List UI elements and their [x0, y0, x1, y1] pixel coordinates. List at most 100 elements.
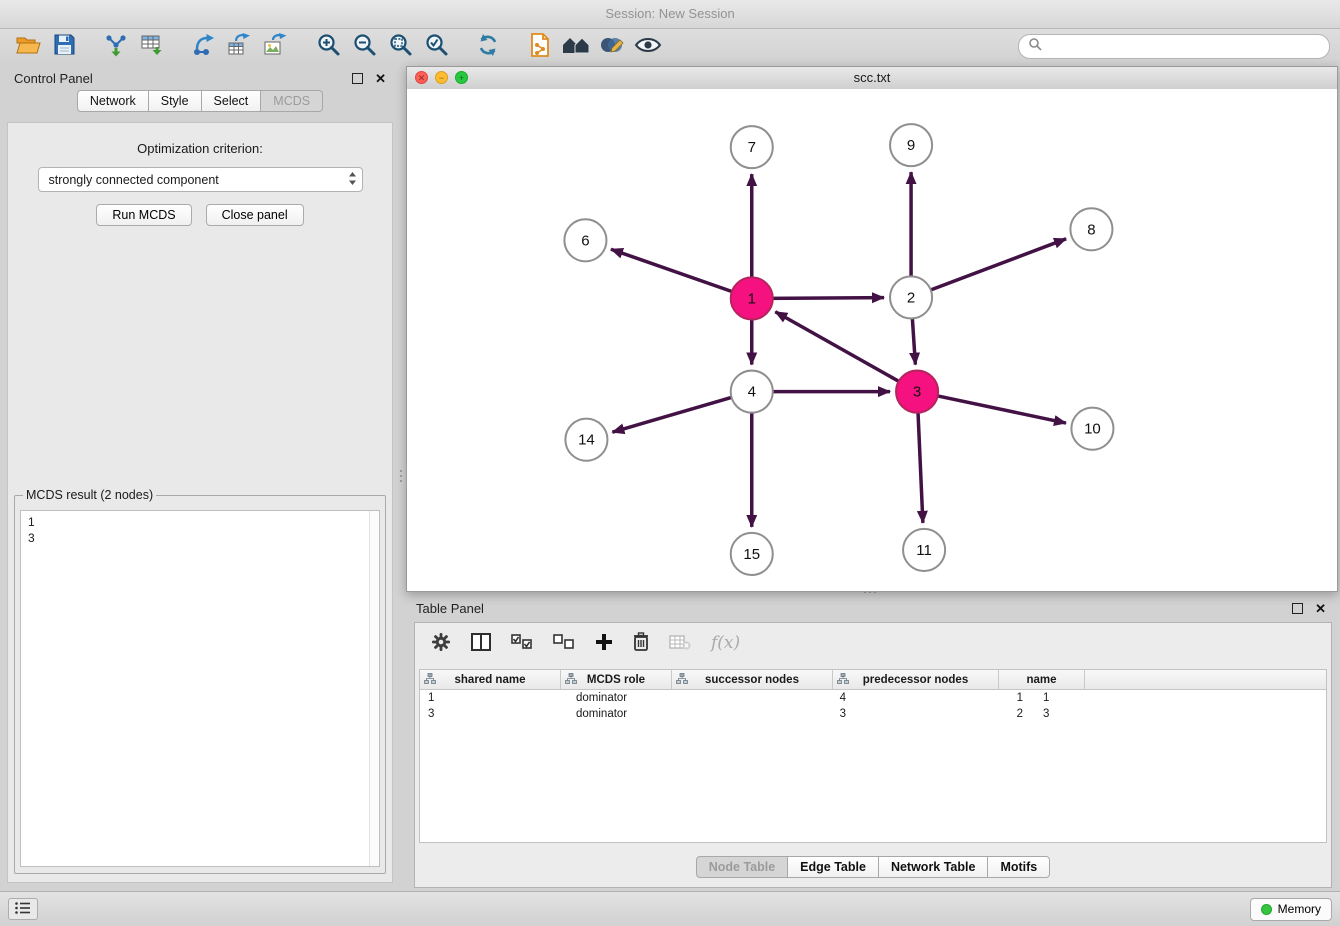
graph-node-label-2: 2	[907, 289, 915, 306]
graph-node-label-1: 1	[748, 290, 756, 307]
table-cell: 3	[1035, 706, 1128, 722]
apply-layout-button[interactable]	[470, 31, 506, 61]
graph-edge-4-14[interactable]	[612, 397, 734, 433]
column-tree-icon	[837, 673, 849, 684]
memory-button[interactable]: Memory	[1250, 898, 1332, 921]
table-cell: dominator	[568, 706, 686, 722]
network-graph[interactable]: 7968124310141511	[407, 89, 1337, 591]
graph-edge-1-6[interactable]	[611, 249, 735, 292]
graph-edge-2-8[interactable]	[928, 239, 1066, 291]
show-details-button[interactable]	[630, 31, 666, 61]
column-header-mcds-role[interactable]: MCDS role	[561, 670, 672, 689]
import-network-button[interactable]	[98, 31, 134, 61]
export-network-button[interactable]	[186, 31, 222, 61]
criterion-dropdown[interactable]: strongly connected component	[38, 167, 363, 192]
list-icon	[15, 902, 31, 917]
zoom-out-button[interactable]	[346, 31, 382, 61]
tab-node-table[interactable]: Node Table	[696, 856, 788, 878]
column-header-shared-name[interactable]: shared name	[420, 670, 561, 689]
close-panel-button[interactable]: Close panel	[206, 204, 304, 226]
eye-icon	[634, 35, 662, 58]
fx-icon: f(x)	[711, 633, 740, 653]
control-panel-tabs: Network Style Select MCDS	[4, 90, 396, 112]
graph-node-label-9: 9	[907, 137, 915, 154]
show-columns-button[interactable]	[471, 633, 491, 654]
graph-edge-2-3[interactable]	[912, 315, 915, 364]
mcds-panel-body: Optimization criterion: strongly connect…	[7, 122, 393, 883]
style-edit-button[interactable]	[594, 31, 630, 61]
dropdown-stepper-icon	[348, 171, 357, 189]
tab-motifs[interactable]: Motifs	[988, 856, 1050, 878]
select-all-columns-button[interactable]	[511, 634, 533, 653]
tab-network-table[interactable]: Network Table	[879, 856, 989, 878]
control-panel: Control Panel ✕ Network Style Select MCD…	[4, 66, 396, 886]
export-table-button[interactable]	[222, 31, 258, 61]
column-header-predecessor-nodes[interactable]: predecessor nodes	[833, 670, 999, 689]
zoom-fit-button[interactable]	[382, 31, 418, 61]
table-header-row: shared name MCDS role successor nodes	[420, 670, 1326, 690]
delete-table-button[interactable]	[669, 634, 691, 653]
zoom-selected-button[interactable]	[418, 31, 454, 61]
network-canvas[interactable]: 7968124310141511	[407, 89, 1337, 591]
search-box[interactable]	[1018, 34, 1330, 59]
export-table-icon	[227, 33, 253, 60]
vertical-splitter-grip[interactable]	[398, 462, 404, 490]
function-builder-button[interactable]: f(x)	[711, 633, 740, 653]
zoom-selected-icon	[424, 32, 449, 60]
close-panel-icon[interactable]: ✕	[375, 72, 386, 85]
table-cell: 2	[858, 706, 1035, 722]
mcds-result-list[interactable]: 1 3	[20, 510, 380, 867]
float-table-panel-icon[interactable]	[1292, 603, 1303, 614]
column-header-name[interactable]: name	[999, 670, 1085, 689]
tab-edge-table[interactable]: Edge Table	[788, 856, 879, 878]
tab-select[interactable]: Select	[202, 90, 262, 112]
close-table-panel-icon[interactable]: ✕	[1315, 602, 1326, 615]
tab-network[interactable]: Network	[77, 90, 149, 112]
tab-style[interactable]: Style	[149, 90, 202, 112]
table-panel-header: Table Panel ✕	[406, 596, 1336, 620]
table-cell: 1	[420, 690, 568, 706]
network-view-window: ✕ − + scc.txt 7968124310141511	[406, 66, 1338, 592]
zoom-in-button[interactable]	[310, 31, 346, 61]
table-panel: Table Panel ✕	[406, 596, 1336, 890]
graph-edge-3-1[interactable]	[775, 312, 901, 383]
gear-icon	[431, 632, 451, 655]
save-disk-icon	[53, 33, 76, 59]
close-window-button[interactable]: ✕	[415, 71, 428, 84]
export-image-button[interactable]	[258, 31, 294, 61]
maximize-window-button[interactable]: +	[455, 71, 468, 84]
memory-label: Memory	[1278, 902, 1321, 916]
node-table: shared name MCDS role successor nodes	[419, 669, 1327, 843]
graph-edge-3-10[interactable]	[935, 395, 1066, 423]
column-tree-icon	[424, 673, 436, 684]
graph-node-label-4: 4	[748, 384, 756, 401]
table-row[interactable]: 3 dominator 3 2 3	[420, 706, 1326, 722]
delete-columns-button[interactable]	[633, 632, 649, 655]
graph-edge-3-11[interactable]	[918, 410, 923, 523]
unselect-all-columns-button[interactable]	[553, 634, 575, 653]
float-panel-icon[interactable]	[352, 73, 363, 84]
save-session-button[interactable]	[46, 31, 82, 61]
home-button[interactable]	[558, 31, 594, 61]
search-input[interactable]	[1047, 38, 1320, 54]
document-share-button[interactable]	[522, 31, 558, 61]
unchecked-boxes-icon	[553, 634, 575, 653]
run-mcds-button[interactable]: Run MCDS	[96, 204, 191, 226]
column-header-successor-nodes[interactable]: successor nodes	[672, 670, 833, 689]
minimize-window-button[interactable]: −	[435, 71, 448, 84]
graph-edge-1-2[interactable]	[770, 298, 884, 299]
table-panel-body: f(x) shared name MCDS role	[414, 622, 1332, 888]
open-session-button[interactable]	[10, 31, 46, 61]
table-settings-button[interactable]	[431, 632, 451, 655]
result-scrollbar[interactable]	[369, 511, 379, 866]
create-column-button[interactable]	[595, 633, 613, 654]
tab-mcds[interactable]: MCDS	[261, 90, 323, 112]
table-row[interactable]: 1 dominator 4 1 1	[420, 690, 1326, 706]
table-cell: 1	[858, 690, 1035, 706]
open-folder-icon	[15, 33, 41, 60]
task-history-button[interactable]	[8, 898, 38, 920]
optimization-criterion-label: Optimization criterion:	[8, 141, 392, 156]
graph-node-label-7: 7	[748, 139, 756, 156]
criterion-value: strongly connected component	[49, 173, 348, 187]
import-table-button[interactable]	[134, 31, 170, 61]
